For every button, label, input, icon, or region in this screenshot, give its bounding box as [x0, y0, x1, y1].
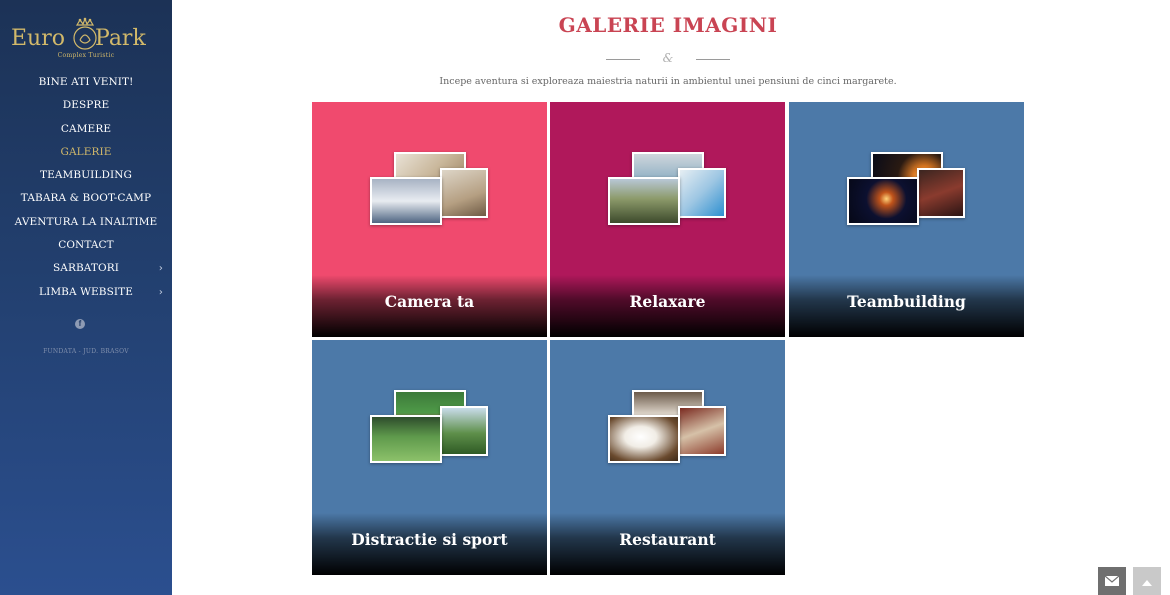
- nav-item-despre[interactable]: DESPRE: [0, 94, 172, 117]
- nav-item-bine-ati-venit[interactable]: BINE ATI VENIT!: [0, 71, 172, 94]
- nav-item-contact[interactable]: CONTACT: [0, 234, 172, 257]
- nav-item-camere[interactable]: CAMERE: [0, 118, 172, 141]
- page-title: GALERIE IMAGINI: [558, 13, 778, 37]
- nav-item-tabara-boot-camp[interactable]: TABARA & BOOT-CAMP: [0, 187, 172, 210]
- gallery-tile-distractie-si-sport[interactable]: Distractie si sport: [312, 340, 547, 575]
- tile-label: Camera ta: [384, 292, 475, 311]
- nav-item-teambuilding[interactable]: TEAMBUILDING: [0, 164, 172, 187]
- gallery-tile-camera-ta[interactable]: Camera ta: [312, 102, 547, 337]
- chevron-right-icon[interactable]: ›: [159, 257, 163, 280]
- spa-photo: [678, 168, 726, 218]
- logo-euro-text: Euro: [11, 26, 65, 51]
- nav-item-aventura-la-inaltime[interactable]: AVENTURA LA INALTIME: [0, 211, 172, 234]
- chevron-right-icon[interactable]: ›: [159, 281, 163, 304]
- page-subtitle: Incepe aventura si exploreaza maiestria …: [439, 76, 897, 87]
- logo[interactable]: Euro Park Complex Turistic: [0, 8, 172, 64]
- plate-photo: [608, 415, 680, 463]
- address-text: FUNDATA - JUD. BRASOV: [43, 348, 129, 355]
- main-nav: BINE ATI VENIT! DESPRE CAMERE GALERIE TE…: [0, 71, 172, 304]
- nav-label: BINE ATI VENIT!: [38, 76, 134, 88]
- scroll-top-button[interactable]: [1133, 567, 1161, 595]
- nature-photo: [440, 406, 488, 456]
- nav-label: CONTACT: [58, 239, 114, 252]
- logo-tagline: Complex Turistic: [57, 52, 115, 59]
- nav-label: GALERIE: [60, 145, 112, 158]
- tile-label: Distractie si sport: [351, 530, 508, 549]
- ampersand-ornament: &: [662, 51, 674, 65]
- nav-item-sarbatori[interactable]: SARBATORI ›: [0, 257, 172, 280]
- tile-label: Restaurant: [619, 530, 716, 549]
- nav-label: TEAMBUILDING: [39, 169, 133, 182]
- divider-line-left: [606, 59, 640, 60]
- nav-label: DESPRE: [62, 99, 110, 112]
- gallery-tile-teambuilding[interactable]: Teambuilding: [789, 102, 1024, 337]
- divider-line-right: [696, 59, 730, 60]
- tile-label: Teambuilding: [847, 292, 966, 311]
- nav-label: AVENTURA LA INALTIME: [14, 215, 158, 228]
- gallery-tile-restaurant[interactable]: Restaurant: [550, 340, 785, 575]
- nav-label: TABARA & BOOT-CAMP: [20, 192, 152, 205]
- bathroom-photo: [370, 177, 442, 225]
- nav-label: LIMBA WEBSITE: [39, 285, 133, 298]
- nav-item-galerie[interactable]: GALERIE: [0, 141, 172, 164]
- chevron-up-icon: [1142, 580, 1152, 586]
- nav-label: CAMERE: [60, 122, 112, 135]
- envelope-icon: [1104, 575, 1120, 586]
- facebook-icon[interactable]: f: [75, 319, 85, 329]
- outdoor-photo: [608, 177, 680, 225]
- table-setting-photo: [678, 406, 726, 456]
- team-game-photo: [370, 415, 442, 463]
- room-photo: [440, 168, 488, 218]
- contact-mail-button[interactable]: [1098, 567, 1126, 595]
- logo-park-text: Park: [95, 26, 146, 51]
- event-photo: [917, 168, 965, 218]
- gallery-tile-relaxare[interactable]: Relaxare: [550, 102, 785, 337]
- nav-item-limba-website[interactable]: LIMBA WEBSITE ›: [0, 281, 172, 304]
- bonfire-photo: [847, 177, 919, 225]
- sidebar: Euro Park Complex Turistic BINE ATI VENI…: [0, 0, 172, 595]
- nav-label: SARBATORI: [53, 262, 119, 275]
- tile-label: Relaxare: [629, 292, 706, 311]
